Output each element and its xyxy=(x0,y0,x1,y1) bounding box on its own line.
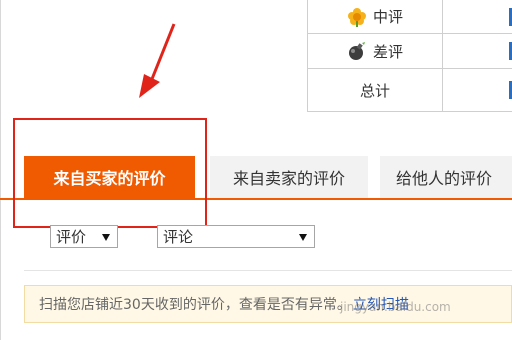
ratings-summary-table: 中评 差评 总计 xyxy=(307,0,512,112)
negative-rating-bomb-icon xyxy=(348,42,365,60)
table-row: 差评 xyxy=(307,34,512,69)
watermark: jingyan.baidu.com xyxy=(340,300,451,314)
rating-cell: 中评 xyxy=(308,0,442,33)
table-row: 中评 xyxy=(307,0,512,34)
rating-label: 差评 xyxy=(372,42,403,61)
notice-text: 扫描您店铺近30天收到的评价，查看是否有异常。 xyxy=(39,297,351,313)
neutral-rating-flower-icon xyxy=(347,7,366,27)
caret-down-icon xyxy=(299,233,307,241)
rating-filter-value: 评价 xyxy=(56,228,87,246)
comment-filter-select[interactable]: 评论 xyxy=(157,225,315,248)
caret-down-icon xyxy=(102,233,110,241)
rating-value-cell xyxy=(443,34,512,68)
table-row: 总计 xyxy=(307,69,512,112)
rating-filter-select[interactable]: 评价 xyxy=(50,225,118,248)
tab-from-sellers[interactable]: 来自卖家的评价 xyxy=(210,156,368,198)
section-divider xyxy=(24,270,512,271)
rating-label: 总计 xyxy=(359,81,390,100)
annotation-highlight-box xyxy=(13,118,207,228)
rating-cell: 总计 xyxy=(308,69,442,111)
annotation-arrow-icon xyxy=(139,23,176,98)
rating-cell: 差评 xyxy=(308,34,442,68)
page-edge xyxy=(0,0,1,340)
tab-given-to-others[interactable]: 给他人的评价 xyxy=(380,156,512,198)
rating-value-cell xyxy=(443,69,512,111)
rating-label: 中评 xyxy=(372,8,403,26)
rating-value-cell xyxy=(443,0,512,33)
comment-filter-value: 评论 xyxy=(163,228,194,246)
